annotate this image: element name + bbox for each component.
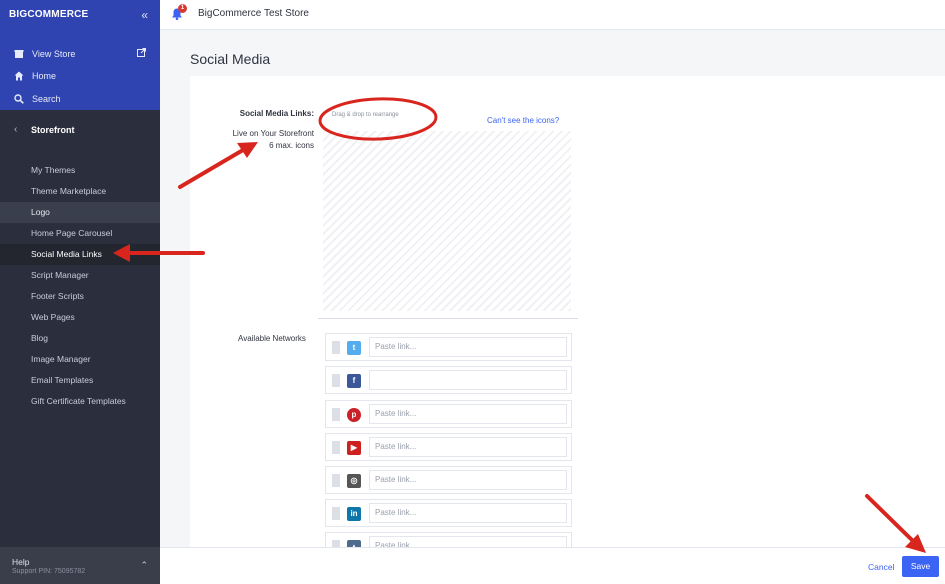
- notification-badge: 1: [178, 4, 187, 13]
- linkedin-icon: in: [347, 507, 361, 521]
- top-header: 1 BigCommerce Test Store: [160, 0, 945, 30]
- network-row-facebook: f: [325, 366, 572, 394]
- drag-drop-hint: Drag & drop to rearrange: [332, 112, 399, 118]
- instagram-link-input[interactable]: Paste link...: [369, 470, 567, 490]
- help-label[interactable]: Help: [12, 557, 29, 567]
- sidebar-item-image-manager[interactable]: Image Manager: [0, 349, 160, 370]
- sidebar-item-script-manager[interactable]: Script Manager: [0, 265, 160, 286]
- storefront-nav: My Themes Theme Marketplace Logo Home Pa…: [0, 160, 160, 412]
- sidebar: BIGCOMMERCE « View Store Home Search ‹ S…: [0, 0, 160, 584]
- network-row-twitter: t Paste link...: [325, 333, 572, 361]
- collapse-sidebar-icon[interactable]: «: [141, 8, 148, 22]
- instagram-icon: ◎: [347, 474, 361, 488]
- sidebar-item-email-templates[interactable]: Email Templates: [0, 370, 160, 391]
- sidebar-item-social-media-links[interactable]: Social Media Links: [0, 244, 160, 265]
- network-row-pinterest: p Paste link...: [325, 400, 572, 428]
- facebook-icon: f: [347, 374, 361, 388]
- sidebar-item-web-pages[interactable]: Web Pages: [0, 307, 160, 328]
- sidebar-item-footer-scripts[interactable]: Footer Scripts: [0, 286, 160, 307]
- search-icon: [14, 94, 24, 104]
- sidebar-item-theme-marketplace[interactable]: Theme Marketplace: [0, 181, 160, 202]
- help-panel[interactable]: Help Support PIN: 75095782 ⌃: [0, 547, 160, 584]
- sidebar-item-gift-certificate-templates[interactable]: Gift Certificate Templates: [0, 391, 160, 412]
- network-row-linkedin: in Paste link...: [325, 499, 572, 527]
- cant-see-icons-link[interactable]: Can't see the icons?: [487, 116, 559, 125]
- divider: [318, 318, 578, 319]
- section-title: Storefront: [31, 125, 75, 135]
- sidebar-item-blog[interactable]: Blog: [0, 328, 160, 349]
- storefront-section-header[interactable]: ‹ Storefront: [0, 110, 160, 150]
- sidebar-link-search[interactable]: Search: [14, 94, 61, 104]
- linkedin-link-input[interactable]: Paste link...: [369, 503, 567, 523]
- sidebar-item-my-themes[interactable]: My Themes: [0, 160, 160, 181]
- facebook-link-input[interactable]: [369, 370, 567, 390]
- page-title-bar: [160, 31, 945, 76]
- save-button[interactable]: Save: [902, 556, 939, 577]
- cancel-button[interactable]: Cancel: [868, 562, 894, 572]
- sidebar-header: BIGCOMMERCE « View Store Home Search: [0, 0, 160, 110]
- drag-handle[interactable]: [332, 507, 340, 520]
- youtube-icon: ▶: [347, 441, 361, 455]
- sidebar-link-label: Home: [32, 71, 57, 81]
- network-row-instagram: ◎ Paste link...: [325, 466, 572, 494]
- twitter-icon: t: [347, 341, 361, 355]
- twitter-link-input[interactable]: Paste link...: [369, 337, 567, 357]
- drag-handle[interactable]: [332, 408, 340, 421]
- home-icon: [14, 71, 24, 81]
- chevron-up-icon[interactable]: ⌃: [140, 560, 148, 571]
- drag-handle[interactable]: [332, 341, 340, 354]
- store-name: BigCommerce Test Store: [198, 8, 309, 19]
- sidebar-link-view-store[interactable]: View Store: [14, 49, 75, 59]
- bigcommerce-logo[interactable]: BIGCOMMERCE: [9, 9, 88, 20]
- chevron-left-icon[interactable]: ‹: [14, 124, 17, 135]
- sidebar-item-logo[interactable]: Logo: [0, 202, 160, 223]
- sidebar-link-label: View Store: [32, 49, 76, 59]
- social-media-links-label: Social Media Links:: [239, 109, 314, 118]
- youtube-link-input[interactable]: Paste link...: [369, 437, 567, 457]
- drag-handle[interactable]: [332, 474, 340, 487]
- max-icons-label: 6 max. icons: [269, 141, 314, 150]
- pinterest-link-input[interactable]: Paste link...: [369, 404, 567, 424]
- pinterest-icon: p: [347, 408, 361, 422]
- drag-handle[interactable]: [332, 441, 340, 454]
- support-pin: Support PIN: 75095782: [12, 568, 86, 575]
- external-link-icon[interactable]: [137, 48, 146, 59]
- network-row-youtube: ▶ Paste link...: [325, 433, 572, 461]
- drag-handle[interactable]: [332, 374, 340, 387]
- sidebar-item-home-page-carousel[interactable]: Home Page Carousel: [0, 223, 160, 244]
- live-on-storefront-label: Live on Your Storefront: [232, 129, 314, 138]
- store-icon: [14, 49, 24, 59]
- page-title: Social Media: [190, 51, 271, 67]
- sidebar-link-home[interactable]: Home: [14, 71, 56, 81]
- social-links-dropzone[interactable]: [323, 131, 571, 311]
- available-networks-label: Available Networks: [238, 334, 306, 343]
- sidebar-link-label: Search: [32, 94, 61, 104]
- action-footer: Cancel Save: [160, 547, 945, 584]
